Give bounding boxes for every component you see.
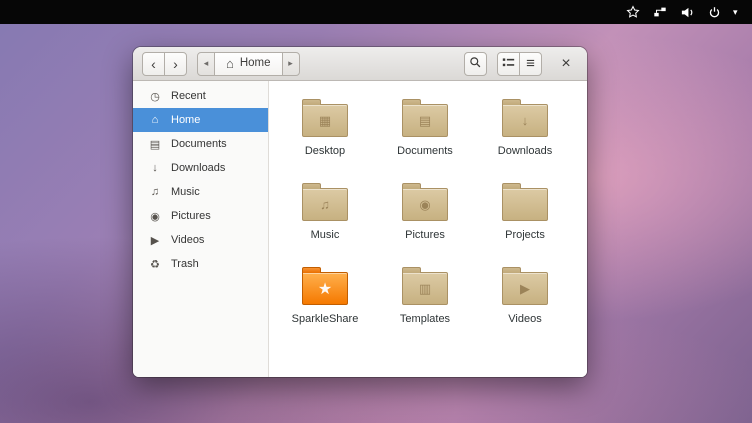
sidebar-item-recent[interactable]: ◷ Recent: [133, 84, 268, 108]
file-item-pictures[interactable]: ◉ Pictures: [375, 179, 475, 263]
path-prev-button[interactable]: ◂: [197, 52, 215, 76]
home-icon: ⌂: [148, 114, 162, 126]
file-label: Templates: [400, 313, 450, 325]
file-label: Documents: [397, 145, 453, 157]
sidebar-item-label: Trash: [171, 258, 199, 270]
folder-icon: ▥: [402, 272, 448, 305]
sidebar-item-music[interactable]: ♫ Music: [133, 180, 268, 204]
sidebar-item-label: Pictures: [171, 210, 211, 222]
folder-icon-orange: ★: [302, 272, 348, 305]
close-button[interactable]: ×: [554, 52, 578, 76]
file-label: Videos: [508, 313, 541, 325]
volume-icon[interactable]: [679, 4, 695, 20]
desktop-emblem-icon: ▦: [303, 105, 347, 136]
star-emblem-icon: ★: [303, 273, 347, 304]
view-menu-group: ≡: [497, 52, 542, 76]
file-label: Pictures: [405, 229, 445, 241]
star-icon[interactable]: [625, 4, 641, 20]
gnome-top-bar: ▾: [0, 0, 752, 24]
sidebar-item-trash[interactable]: ♻ Trash: [133, 252, 268, 276]
path-location-label: Home: [240, 58, 271, 70]
file-item-music[interactable]: ♫ Music: [275, 179, 375, 263]
header-bar: ‹ › ◂ ⌂ Home ▸: [133, 47, 587, 81]
folder-icon: ↓: [502, 104, 548, 137]
back-button[interactable]: ‹: [142, 52, 165, 76]
folder-icon: ♫: [302, 188, 348, 221]
file-item-downloads[interactable]: ↓ Downloads: [475, 95, 575, 179]
sidebar-item-videos[interactable]: ▶ Videos: [133, 228, 268, 252]
network-icon[interactable]: [652, 4, 668, 20]
video-emblem-icon: ▶: [503, 273, 547, 304]
places-sidebar: ◷ Recent ⌂ Home ▤ Documents ↓ Downloads …: [133, 81, 269, 377]
nav-button-group: ‹ ›: [142, 52, 187, 76]
clock-icon: ◷: [148, 90, 162, 103]
path-home-button[interactable]: ⌂ Home: [214, 52, 283, 76]
file-item-sparkleshare[interactable]: ★ SparkleShare: [275, 263, 375, 347]
folder-icon: ◉: [402, 188, 448, 221]
view-toggle-button[interactable]: [497, 52, 520, 76]
folder-icon: [502, 188, 548, 221]
folder-icon: ▶: [502, 272, 548, 305]
camera-icon: ◉: [148, 210, 162, 223]
desktop: ▾ ‹ › ◂ ⌂ Home ▸: [0, 0, 752, 423]
file-grid: ▦ Desktop ▤ Documents ↓ Downloads: [269, 81, 587, 377]
sidebar-item-label: Recent: [171, 90, 206, 102]
power-icon[interactable]: [706, 4, 722, 20]
no-emblem: [503, 189, 547, 220]
file-label: Desktop: [305, 145, 345, 157]
forward-button[interactable]: ›: [164, 52, 187, 76]
file-label: Music: [311, 229, 340, 241]
trash-icon: ♻: [148, 258, 162, 271]
download-emblem-icon: ↓: [503, 105, 547, 136]
path-next-button[interactable]: ▸: [282, 52, 300, 76]
file-label: Projects: [505, 229, 545, 241]
chevron-down-icon[interactable]: ▾: [733, 8, 743, 17]
list-view-icon: [502, 56, 515, 71]
file-item-videos[interactable]: ▶ Videos: [475, 263, 575, 347]
window-body: ◷ Recent ⌂ Home ▤ Documents ↓ Downloads …: [133, 81, 587, 377]
home-icon: ⌂: [226, 57, 234, 70]
sidebar-item-downloads[interactable]: ↓ Downloads: [133, 156, 268, 180]
folder-icon: ▦: [302, 104, 348, 137]
sidebar-item-documents[interactable]: ▤ Documents: [133, 132, 268, 156]
search-button[interactable]: [464, 52, 487, 76]
sidebar-item-label: Downloads: [171, 162, 225, 174]
folder-icon: ▤: [402, 104, 448, 137]
path-bar: ◂ ⌂ Home ▸: [197, 52, 300, 76]
sidebar-item-label: Home: [171, 114, 200, 126]
download-icon: ↓: [148, 162, 162, 174]
video-icon: ▶: [148, 234, 162, 247]
document-emblem-icon: ▤: [403, 105, 447, 136]
file-item-templates[interactable]: ▥ Templates: [375, 263, 475, 347]
file-item-projects[interactable]: Projects: [475, 179, 575, 263]
file-manager-window: ‹ › ◂ ⌂ Home ▸: [133, 47, 587, 377]
menu-button[interactable]: ≡: [519, 52, 542, 76]
camera-emblem-icon: ◉: [403, 189, 447, 220]
file-item-desktop[interactable]: ▦ Desktop: [275, 95, 375, 179]
sidebar-item-pictures[interactable]: ◉ Pictures: [133, 204, 268, 228]
music-emblem-icon: ♫: [303, 189, 347, 220]
file-item-documents[interactable]: ▤ Documents: [375, 95, 475, 179]
sidebar-item-home[interactable]: ⌂ Home: [133, 108, 268, 132]
sidebar-item-label: Documents: [171, 138, 227, 150]
document-icon: ▤: [148, 138, 162, 151]
music-icon: ♫: [148, 186, 162, 198]
search-icon: [469, 56, 482, 71]
file-label: Downloads: [498, 145, 552, 157]
sidebar-item-label: Videos: [171, 234, 204, 246]
sidebar-item-label: Music: [171, 186, 200, 198]
template-emblem-icon: ▥: [403, 273, 447, 304]
file-label: SparkleShare: [292, 313, 359, 325]
